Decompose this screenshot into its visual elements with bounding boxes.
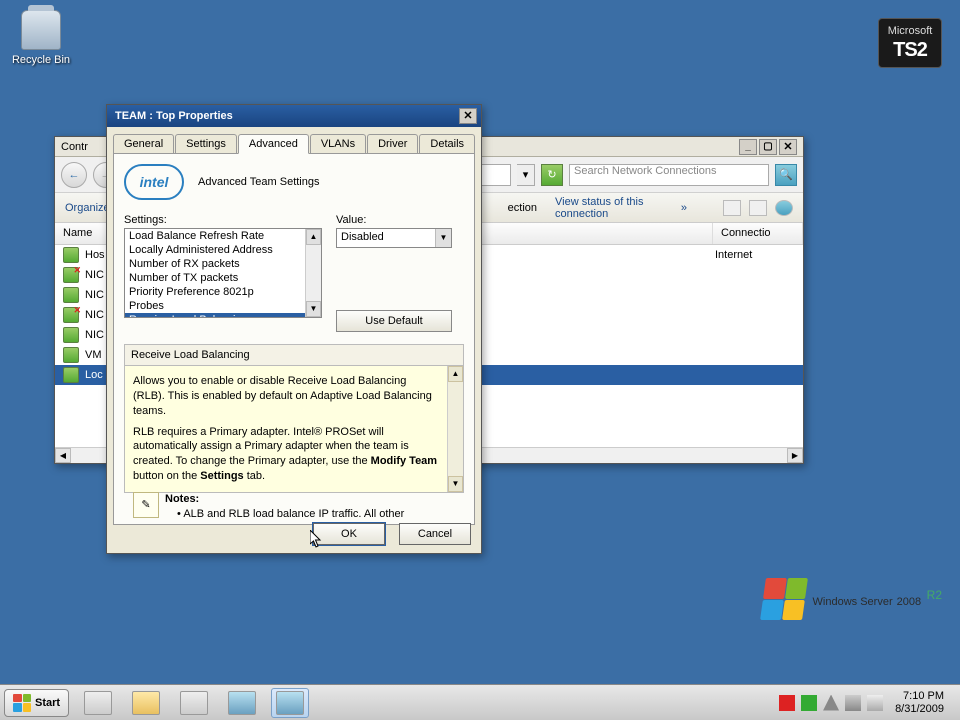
settings-item[interactable]: Probes [125,299,321,313]
value-combobox[interactable]: Disabled ▼ [336,228,452,248]
chevron-down-icon[interactable]: ▼ [435,229,451,247]
tab-driver[interactable]: Driver [367,134,418,154]
tray-volume-icon[interactable] [867,695,883,711]
search-button[interactable]: 🔍 [775,164,797,186]
taskbar-network-connections[interactable] [271,688,309,718]
ts2-badge: Microsoft TS2 [878,18,942,68]
notes-label: Notes: [165,493,199,505]
col-connection[interactable]: Connectio [713,223,803,244]
maximize-button[interactable]: ▢ [759,139,777,155]
tab-strip: GeneralSettingsAdvancedVLANsDriverDetail… [107,127,481,153]
scroll-up-icon[interactable]: ▲ [448,366,463,382]
settings-item[interactable]: Load Balance Refresh Rate [125,229,321,243]
tray-flag-icon[interactable] [823,695,839,711]
mouse-cursor [310,530,322,548]
network-adapter-icon [63,287,79,303]
use-default-button[interactable]: Use Default [336,310,452,332]
tab-settings[interactable]: Settings [175,134,237,154]
network-adapter-icon [63,307,79,323]
value-label: Value: [336,214,464,226]
ts2-main: TS2 [879,38,941,62]
windows-flag-icon [760,578,808,620]
desc-paragraph-1: Allows you to enable or disable Receive … [133,374,441,419]
row-status: Internet [715,249,795,261]
notes-bullet: ALB and RLB load balance IP traffic. All… [183,508,404,520]
start-button[interactable]: Start [4,689,69,717]
advanced-tab-panel: intel Advanced Team Settings Settings: L… [113,153,475,525]
team-properties-dialog: TEAM : Top Properties ✕ GeneralSettingsA… [106,104,482,554]
clock-time: 7:10 PM [895,690,944,702]
view-status-button[interactable]: View status of this connection [555,196,663,220]
taskbar: Start 7:10 PM 8/31/2009 [0,684,960,720]
description-box: Allows you to enable or disable Receive … [124,365,464,493]
refresh-button[interactable]: ↻ [541,164,563,186]
settings-item[interactable]: Receive Load Balancing [125,313,321,318]
settings-label: Settings: [124,214,322,226]
view-mode-icon[interactable] [723,200,741,216]
tray-network-icon[interactable] [845,695,861,711]
settings-item[interactable]: Priority Preference 8021p [125,285,321,299]
network-adapter-icon [63,327,79,343]
notes-icon: ✎ [133,492,159,518]
help-icon[interactable] [775,200,793,216]
tab-general[interactable]: General [113,134,174,154]
taskbar-server-manager[interactable] [79,688,117,718]
network-adapter-icon [63,347,79,363]
tab-details[interactable]: Details [419,134,475,154]
scroll-down-icon[interactable]: ▼ [448,476,463,492]
preview-pane-icon[interactable] [749,200,767,216]
desc-scrollbar[interactable]: ▲ ▼ [447,366,463,492]
intel-logo-icon: intel [124,164,184,200]
network-adapter-icon [63,247,79,263]
toolbar-text-clip: ection [508,202,537,214]
ts2-top: Microsoft [879,25,941,38]
tray-clock[interactable]: 7:10 PM 8/31/2009 [889,690,950,714]
cancel-button[interactable]: Cancel [399,523,471,545]
tab-vlans[interactable]: VLANs [310,134,366,154]
address-dropdown[interactable]: ▾ [517,164,535,186]
start-label: Start [35,697,60,709]
listbox-scrollbar[interactable]: ▲ ▼ [305,229,321,317]
tray-icon-2[interactable] [801,695,817,711]
recycle-bin-icon [21,10,61,50]
scroll-left-icon[interactable]: ◀ [55,448,71,463]
panel-heading: Advanced Team Settings [198,176,319,188]
settings-listbox[interactable]: Load Balance Refresh RateLocally Adminis… [124,228,322,318]
description-title: Receive Load Balancing [124,344,464,365]
tab-advanced[interactable]: Advanced [238,134,309,154]
scroll-right-icon[interactable]: ▶ [787,448,803,463]
dialog-close-button[interactable]: ✕ [459,108,477,124]
dialog-title: TEAM : Top Properties [111,110,457,122]
organize-menu[interactable]: Organize [65,202,110,214]
desc-paragraph-2: RLB requires a Primary adapter. Intel® P… [133,425,441,484]
close-button[interactable]: ✕ [779,139,797,155]
settings-item[interactable]: Locally Administered Address [125,243,321,257]
network-adapter-icon [63,367,79,383]
scroll-down-icon[interactable]: ▼ [306,301,321,317]
taskbar-explorer[interactable] [127,688,165,718]
recycle-bin[interactable]: Recycle Bin [6,10,76,66]
settings-item[interactable]: Number of RX packets [125,257,321,271]
more-button[interactable]: » [681,202,687,214]
start-flag-icon [13,694,31,712]
minimize-button[interactable]: _ [739,139,757,155]
system-tray: 7:10 PM 8/31/2009 [773,690,956,714]
windows-server-logo: Windows Server2008 R2 [763,578,942,620]
ws-logo-text: Windows Server2008 R2 [813,588,942,611]
clock-date: 8/31/2009 [895,703,944,715]
taskbar-app-4[interactable] [223,688,261,718]
settings-item[interactable]: Number of TX packets [125,271,321,285]
recycle-bin-label: Recycle Bin [12,54,70,66]
tray-alert-icon[interactable] [779,695,795,711]
taskbar-app-3[interactable] [175,688,213,718]
network-adapter-icon [63,267,79,283]
search-input[interactable]: Search Network Connections [569,164,769,186]
back-button[interactable]: ← [61,162,87,188]
ok-button[interactable]: OK [313,523,385,545]
nc-title: Contr [61,141,88,153]
value-text: Disabled [337,229,435,247]
scroll-up-icon[interactable]: ▲ [306,229,321,245]
